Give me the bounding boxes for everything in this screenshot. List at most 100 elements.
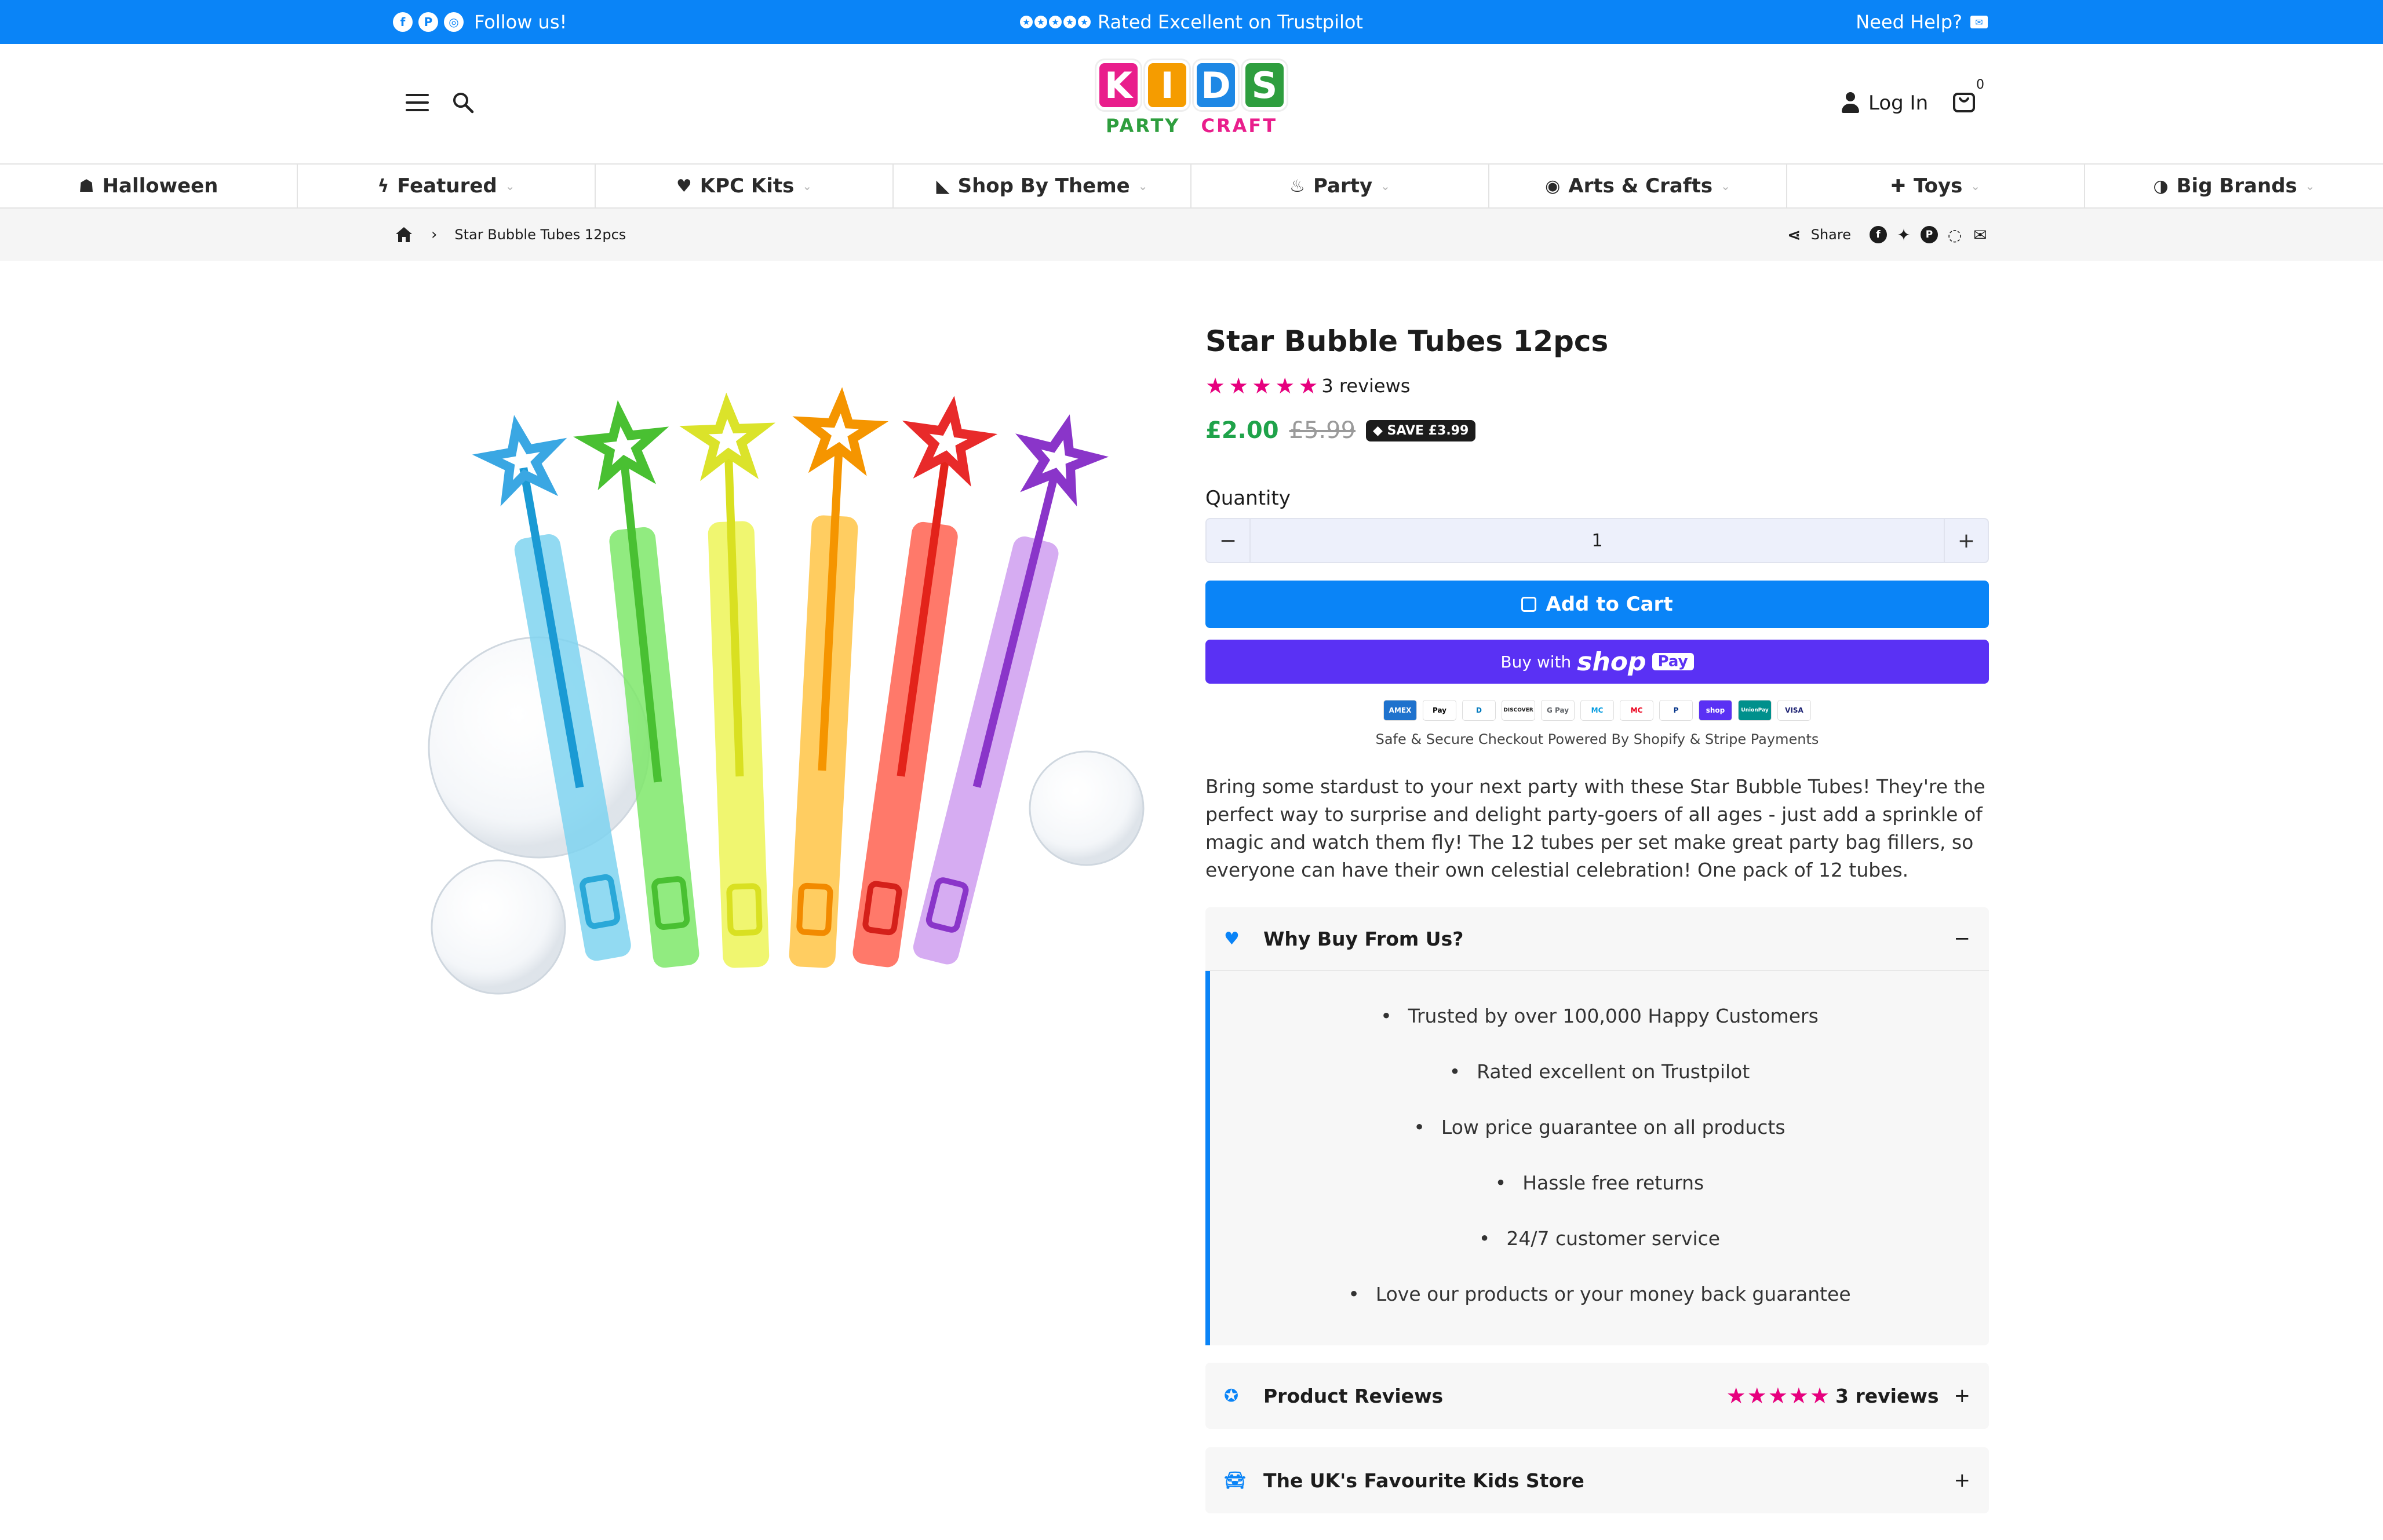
mastercard-icon: MC: [1620, 700, 1653, 721]
unionpay-icon: UnionPay: [1738, 700, 1772, 721]
product-image[interactable]: [406, 377, 1182, 1072]
puzzle-icon: ✚: [1890, 176, 1905, 196]
trustpilot-banner[interactable]: ★ ★ ★ ★ ★ Rated Excellent on Trustpilot: [0, 0, 2383, 44]
list-item: Trusted by over 100,000 Happy Customers: [1210, 988, 1989, 1044]
star-icon: ★: [1205, 373, 1226, 399]
sale-price: £2.00: [1205, 417, 1279, 444]
pinterest-icon[interactable]: P: [1921, 226, 1938, 243]
main-nav: ☗ Halloween ϟ Featured ⌄ ♥ KPC Kits ⌄ ◣ …: [0, 163, 2383, 209]
expand-icon[interactable]: +: [1954, 1384, 1971, 1407]
email-icon[interactable]: ✉: [1972, 225, 1989, 244]
product-rating[interactable]: ★ ★ ★ ★ ★ 3 reviews: [1205, 373, 1989, 399]
menu-icon[interactable]: [406, 94, 429, 111]
twitter-icon[interactable]: ✦: [1895, 225, 1912, 244]
nav-item-shop-by-theme[interactable]: ◣ Shop By Theme ⌄: [894, 165, 1192, 207]
why-buy-list: Trusted by over 100,000 Happy Customers …: [1205, 971, 1989, 1345]
nav-item-halloween[interactable]: ☗ Halloween: [0, 165, 298, 207]
save-text: SAVE £3.99: [1387, 423, 1469, 438]
home-icon[interactable]: [394, 226, 414, 243]
star-icon: ★: [1809, 1383, 1830, 1408]
car-icon: 🚘︎: [1224, 1470, 1247, 1491]
quantity-stepper: − 1 +: [1205, 518, 1989, 563]
whatsapp-icon[interactable]: ◌: [1946, 225, 1963, 244]
nav-item-toys[interactable]: ✚ Toys ⌄: [1787, 165, 2085, 207]
reviews-stars: ★ ★ ★ ★ ★ 3 reviews: [1726, 1383, 1939, 1408]
reviews-accordion-header[interactable]: ✪ Product Reviews ★ ★ ★ ★ ★ 3 reviews +: [1205, 1363, 1989, 1429]
need-help-link[interactable]: Need Help? ✉: [1856, 0, 1988, 44]
star-badge-icon: ✪: [1224, 1385, 1239, 1406]
collapse-icon[interactable]: −: [1954, 927, 1971, 950]
nav-item-party[interactable]: ♨ Party ⌄: [1192, 165, 1489, 207]
star-icon: ★: [1726, 1383, 1746, 1408]
quantity-label: Quantity: [1205, 487, 1291, 510]
tag-icon: ◆: [1373, 423, 1387, 438]
nav-item-featured[interactable]: ϟ Featured ⌄: [298, 165, 596, 207]
breadcrumb-current: Star Bubble Tubes 12pcs: [454, 227, 626, 243]
nav-item-big-brands[interactable]: ◑ Big Brands ⌄: [2085, 165, 2383, 207]
add-to-cart-label: Add to Cart: [1546, 593, 1673, 616]
product-info: Star Bubble Tubes 12pcs ★ ★ ★ ★ ★ 3 revi…: [1205, 324, 1989, 1513]
star-icon: ★: [1768, 1383, 1788, 1408]
quantity-increase-button[interactable]: +: [1944, 519, 1988, 562]
star-icon: ★: [1298, 373, 1318, 399]
accordion-title: Why Buy From Us?: [1263, 927, 1464, 950]
star-icon: ★: [1788, 1383, 1809, 1408]
nav-label: KPC Kits: [699, 174, 795, 198]
trustpilot-text: Rated Excellent on Trustpilot: [1098, 11, 1363, 33]
list-item: Love our products or your money back gua…: [1210, 1267, 1989, 1322]
facebook-icon[interactable]: f: [1870, 226, 1887, 243]
accordion-title: Product Reviews: [1263, 1384, 1444, 1407]
original-price: £5.99: [1289, 417, 1356, 444]
breadcrumb-bar: › Star Bubble Tubes 12pcs ⋖ Share f ✦ P …: [0, 209, 2383, 261]
maestro-icon: MC: [1580, 700, 1614, 721]
chevron-down-icon: ⌄: [1138, 179, 1148, 193]
quantity-input[interactable]: 1: [1251, 531, 1944, 551]
search-icon[interactable]: [452, 92, 474, 114]
logo-letter: S: [1242, 60, 1287, 110]
chevron-right-icon: ›: [431, 226, 438, 243]
add-to-cart-button[interactable]: Add to Cart: [1205, 581, 1989, 628]
list-item: Rated excellent on Trustpilot: [1210, 1044, 1989, 1100]
need-help-text: Need Help?: [1856, 11, 1962, 33]
heart-icon: ♥: [1224, 928, 1240, 949]
nav-label: Party: [1313, 174, 1373, 198]
logo-letter: D: [1194, 60, 1238, 110]
shop-pay-button[interactable]: Buy with shop Pay: [1205, 640, 1989, 684]
chevron-down-icon: ⌄: [802, 179, 812, 193]
cart-icon[interactable]: [1952, 88, 1976, 114]
list-item: 24/7 customer service: [1210, 1211, 1989, 1267]
discover-icon: DISCOVER: [1502, 700, 1535, 721]
trustpilot-stars-icon: ★ ★ ★ ★ ★: [1020, 16, 1091, 28]
user-icon: [1841, 92, 1860, 114]
diners-icon: D: [1462, 700, 1496, 721]
shop-logo: shop: [1577, 647, 1646, 677]
nav-label: Shop By Theme: [957, 174, 1130, 198]
brand-icon: ◑: [2153, 176, 2169, 196]
logo-sub-left: PARTY: [1105, 115, 1180, 137]
reviews-accordion: ✪ Product Reviews ★ ★ ★ ★ ★ 3 reviews +: [1205, 1363, 1989, 1429]
site-logo[interactable]: K I D S PARTY CRAFT: [1096, 60, 1287, 145]
nav-item-arts-crafts[interactable]: ◉ Arts & Crafts ⌄: [1489, 165, 1787, 207]
chevron-down-icon: ⌄: [1721, 179, 1730, 193]
payment-icons: AMEX Pay D DISCOVER G Pay MC MC P shop U…: [1205, 700, 1989, 721]
share-icon: ⋖: [1787, 225, 1801, 244]
share-bar: ⋖ Share f ✦ P ◌ ✉: [1786, 209, 1989, 261]
why-buy-accordion-header[interactable]: ♥ Why Buy From Us? −: [1205, 907, 1989, 971]
nav-item-kpc-kits[interactable]: ♥ KPC Kits ⌄: [596, 165, 894, 207]
logo-subtitle: PARTY CRAFT: [1096, 115, 1287, 137]
quantity-decrease-button[interactable]: −: [1207, 519, 1251, 562]
store-accordion-header[interactable]: 🚘︎ The UK's Favourite Kids Store +: [1205, 1447, 1989, 1513]
price-row: £2.00 £5.99 ◆ SAVE £3.99: [1205, 417, 1989, 444]
apple-pay-icon: Pay: [1423, 700, 1456, 721]
logo-letter: K: [1096, 60, 1141, 110]
star-icon: ★: [1275, 373, 1295, 399]
dinosaur-icon: ◣: [936, 176, 950, 196]
heart-icon: ♥: [676, 176, 692, 196]
expand-icon[interactable]: +: [1954, 1469, 1971, 1492]
star-icon: ★: [1229, 373, 1249, 399]
save-badge: ◆ SAVE £3.99: [1366, 419, 1476, 441]
buy-with-label: Buy with: [1500, 652, 1572, 672]
login-link[interactable]: Log In: [1841, 92, 1928, 115]
nav-label: Arts & Crafts: [1568, 174, 1713, 198]
logo-letter: I: [1145, 60, 1189, 110]
